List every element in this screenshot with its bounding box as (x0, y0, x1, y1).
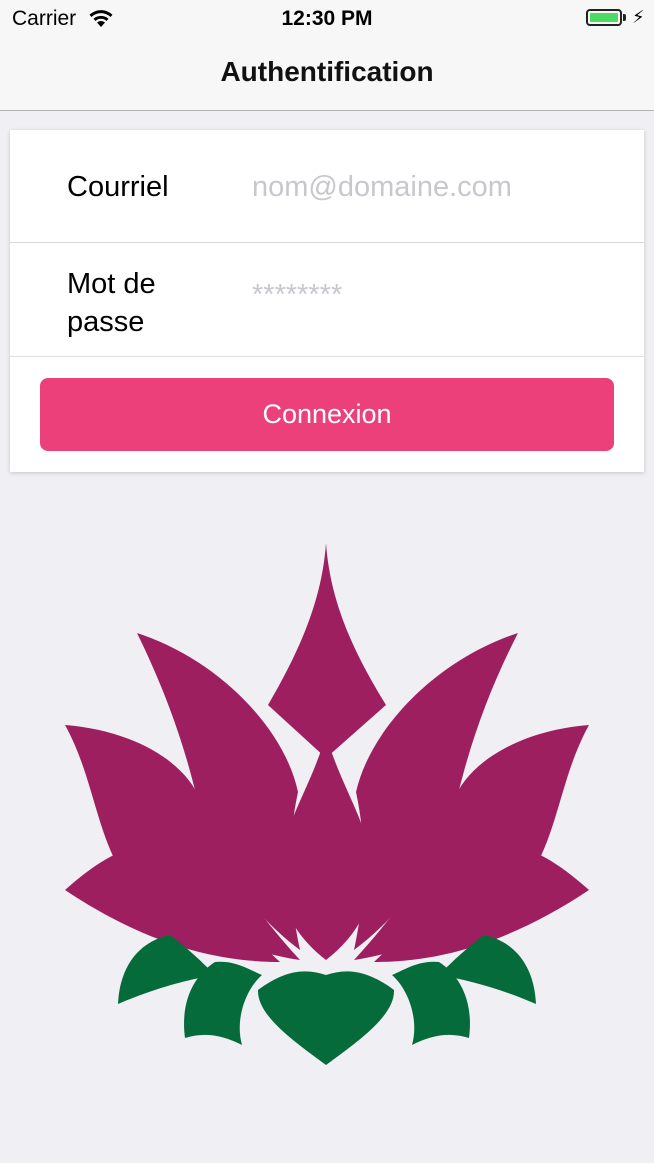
battery-tip (623, 14, 626, 21)
lotus-logo (0, 530, 654, 1090)
charging-bolt-icon: ⚡ (632, 7, 645, 27)
email-row: Courriel (10, 130, 644, 243)
password-label: Mot de passe (67, 268, 156, 338)
login-form: Courriel Mot de passe Connexion (10, 130, 644, 472)
password-field[interactable] (252, 275, 612, 315)
email-label: Courriel (67, 171, 169, 203)
battery-icon (586, 9, 622, 26)
status-time: 12:30 PM (281, 7, 373, 30)
email-field[interactable] (252, 167, 612, 207)
navigation-bar: Authentification (0, 40, 654, 111)
status-bar: Carrier 12:30 PM ⚡ (0, 0, 654, 40)
page-title: Authentification (220, 56, 434, 87)
login-button[interactable]: Connexion (40, 378, 614, 451)
